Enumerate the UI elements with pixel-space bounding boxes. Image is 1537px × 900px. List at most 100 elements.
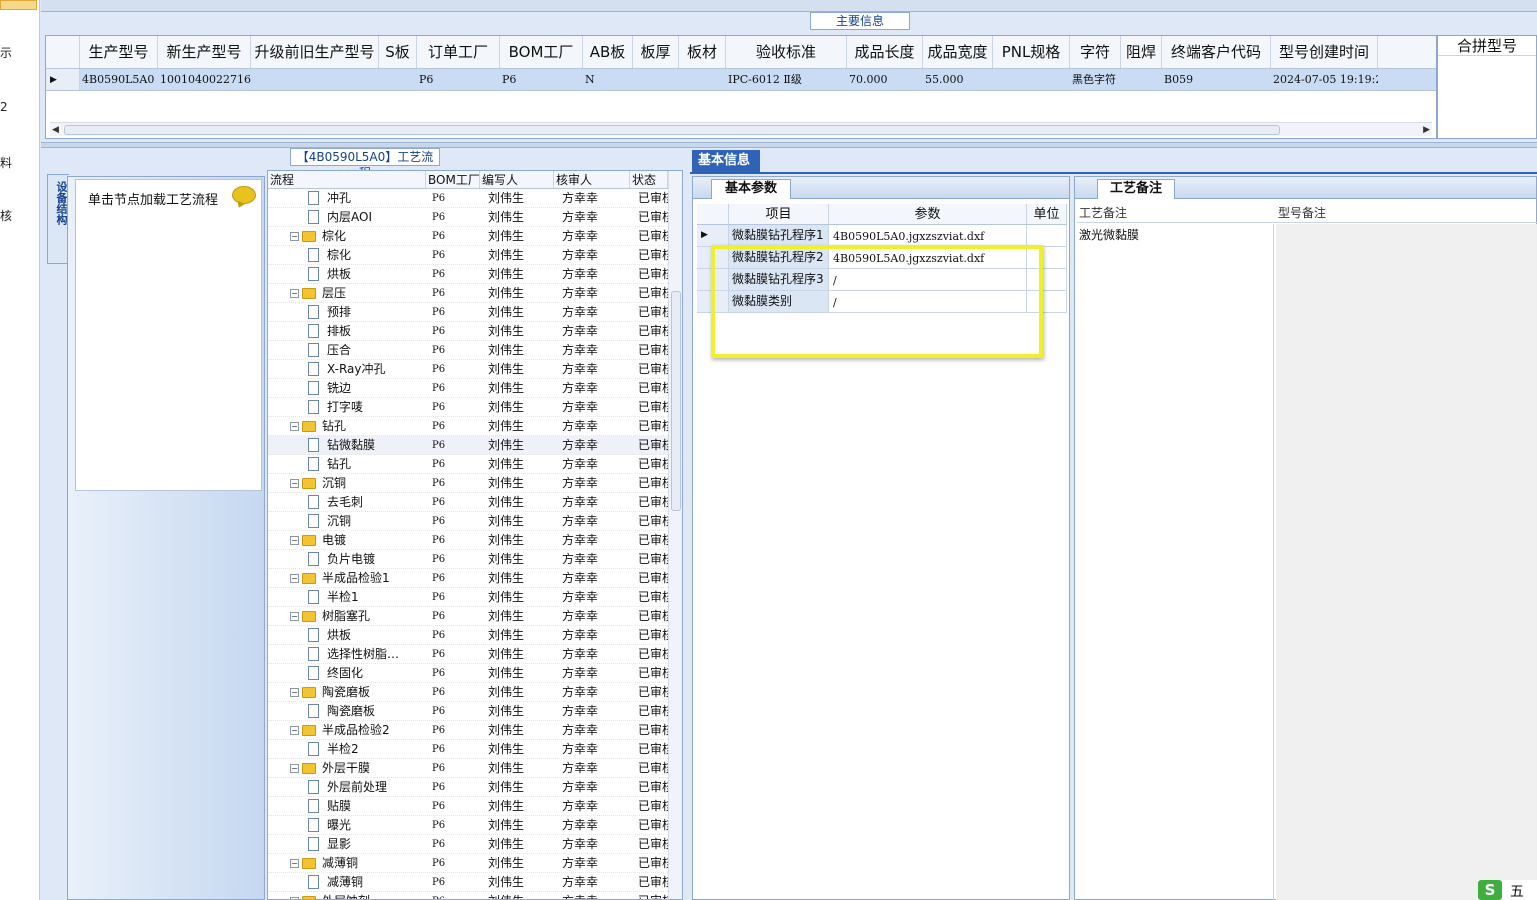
param-cell-unit[interactable] xyxy=(1027,291,1067,312)
tree-row[interactable]: 钻孔 P6 刘伟生 方幸幸 已审核 xyxy=(268,455,668,474)
tree-node[interactable]: − 外层蚀刻 xyxy=(268,892,426,899)
tree-row[interactable]: 排板 P6 刘伟生 方幸幸 已审核 xyxy=(268,322,668,341)
tree-row[interactable]: 沉铜 P6 刘伟生 方幸幸 已审核 xyxy=(268,512,668,531)
tab-basic-params[interactable]: 基本参数 xyxy=(711,179,791,199)
tree-node[interactable]: 钻微黏膜 xyxy=(268,436,426,454)
param-cell-unit[interactable] xyxy=(1027,225,1067,246)
tree-row[interactable]: − 外层干膜 P6 刘伟生 方幸幸 已审核 xyxy=(268,759,668,778)
ime-indicator[interactable]: S 五 xyxy=(1478,880,1537,900)
tree-row[interactable]: − 树脂塞孔 P6 刘伟生 方幸幸 已审核 xyxy=(268,607,668,626)
left-nav-item[interactable]: 料 xyxy=(0,154,12,171)
tab-process-notes[interactable]: 工艺备注 xyxy=(1097,179,1175,199)
tree-row[interactable]: − 沉铜 P6 刘伟生 方幸幸 已审核 xyxy=(268,474,668,493)
tree-node[interactable]: 排板 xyxy=(268,322,426,340)
node-box[interactable]: 单击节点加载工艺流程 xyxy=(75,179,262,491)
collapse-icon[interactable]: − xyxy=(290,763,299,773)
tree-row[interactable]: 半检2 P6 刘伟生 方幸幸 已审核 xyxy=(268,740,668,759)
collapse-icon[interactable]: − xyxy=(290,611,299,621)
col-header-reviewer[interactable]: 核审人 xyxy=(554,171,630,188)
scrollbar-thumb[interactable] xyxy=(64,125,1280,135)
tree-node[interactable]: − 陶瓷磨板 xyxy=(268,683,426,701)
col-header-bom[interactable]: BOM工厂 xyxy=(426,171,480,188)
tree-node[interactable]: 陶瓷磨板 xyxy=(268,702,426,720)
tree-row[interactable]: 打字唛 P6 刘伟生 方幸幸 已审核 xyxy=(268,398,668,417)
col-header[interactable]: 型号创建时间 xyxy=(1271,36,1378,68)
table-cell[interactable]: N xyxy=(583,69,633,90)
param-cell-value[interactable]: 4B0590L5A0.jgxzszviat.dxf xyxy=(829,225,1027,246)
tree-row[interactable]: − 电镀 P6 刘伟生 方幸幸 已审核 xyxy=(268,531,668,550)
tree-node[interactable]: − 半成品检验1 xyxy=(268,569,426,587)
tree-node[interactable]: − 减薄铜 xyxy=(268,854,426,872)
table-cell[interactable] xyxy=(993,69,1070,90)
tree-node[interactable]: 选择性树脂… xyxy=(268,645,426,663)
tree-row[interactable]: 终固化 P6 刘伟生 方幸幸 已审核 xyxy=(268,664,668,683)
table-cell[interactable] xyxy=(251,69,379,90)
col-header[interactable]: 升级前旧生产型号 xyxy=(251,36,379,68)
tree-row[interactable]: 铣边 P6 刘伟生 方幸幸 已审核 xyxy=(268,379,668,398)
param-cell-value[interactable]: 4B0590L5A0.jgxzszviat.dxf xyxy=(829,247,1027,268)
collapse-icon[interactable]: − xyxy=(290,573,299,583)
col-header-writer[interactable]: 编写人 xyxy=(480,171,554,188)
tree-node[interactable]: − 棕化 xyxy=(268,227,426,245)
tree-node[interactable]: 钻孔 xyxy=(268,455,426,473)
table-cell[interactable] xyxy=(379,69,417,90)
table-cell[interactable]: 4B0590L5A0 xyxy=(80,69,158,90)
col-header[interactable]: 生产型号 xyxy=(80,36,158,68)
table-cell[interactable]: P6 xyxy=(500,69,583,90)
collapse-icon[interactable]: − xyxy=(290,288,299,298)
col-header[interactable]: PNL规格 xyxy=(993,36,1070,68)
tree-node[interactable]: − 层压 xyxy=(268,284,426,302)
param-cell-unit[interactable] xyxy=(1027,269,1067,290)
tree-row[interactable]: 内层AOI P6 刘伟生 方幸幸 已审核 xyxy=(268,208,668,227)
model-notes-field[interactable] xyxy=(1276,224,1537,900)
device-structure-tab[interactable]: 设备结构 xyxy=(47,174,69,264)
tree-vscrollbar[interactable] xyxy=(668,171,682,899)
col-header[interactable]: AB板 xyxy=(583,36,633,68)
tree-row[interactable]: 烘板 P6 刘伟生 方幸幸 已审核 xyxy=(268,265,668,284)
collapse-icon[interactable]: − xyxy=(290,858,299,868)
param-row[interactable]: 微黏膜钻孔程序2 4B0590L5A0.jgxzszviat.dxf xyxy=(697,247,1067,269)
tree-row[interactable]: 负片电镀 P6 刘伟生 方幸幸 已审核 xyxy=(268,550,668,569)
tree-node[interactable]: 压合 xyxy=(268,341,426,359)
left-nav-item[interactable]: 2 xyxy=(0,100,8,114)
param-cell-value[interactable]: / xyxy=(829,291,1027,312)
param-row[interactable]: 微黏膜类别 / xyxy=(697,291,1067,313)
collapse-icon[interactable]: − xyxy=(290,687,299,697)
tree-node[interactable]: 铣边 xyxy=(268,379,426,397)
collapse-icon[interactable]: − xyxy=(290,896,299,899)
tree-node[interactable]: 去毛刺 xyxy=(268,493,426,511)
collapse-icon[interactable]: − xyxy=(290,231,299,241)
table-cell[interactable]: 55.000 xyxy=(923,69,993,90)
tree-row[interactable]: 钻微黏膜 P6 刘伟生 方幸幸 已审核 xyxy=(268,436,668,455)
col-header[interactable]: 订单工厂 xyxy=(417,36,500,68)
col-header-unit[interactable]: 单位 xyxy=(1027,204,1067,224)
col-header[interactable]: 成品宽度 xyxy=(923,36,993,68)
main-info-hscrollbar[interactable]: ◀ ▶ xyxy=(50,122,1432,136)
tree-node[interactable]: 半检1 xyxy=(268,588,426,606)
tree-row[interactable]: 陶瓷磨板 P6 刘伟生 方幸幸 已审核 xyxy=(268,702,668,721)
tree-row[interactable]: 半检1 P6 刘伟生 方幸幸 已审核 xyxy=(268,588,668,607)
tree-node[interactable]: − 电镀 xyxy=(268,531,426,549)
tree-node[interactable]: 烘板 xyxy=(268,626,426,644)
grid-corner[interactable] xyxy=(46,36,80,68)
tree-row[interactable]: 烘板 P6 刘伟生 方幸幸 已审核 xyxy=(268,626,668,645)
tree-row[interactable]: − 钻孔 P6 刘伟生 方幸幸 已审核 xyxy=(268,417,668,436)
tree-row[interactable]: − 外层蚀刻 P6刘伟生方幸幸已审核 xyxy=(268,892,668,899)
tree-node[interactable]: − 外层干膜 xyxy=(268,759,426,777)
table-cell[interactable]: 70.000 xyxy=(847,69,923,90)
param-row[interactable]: 微黏膜钻孔程序3/ xyxy=(697,269,1067,291)
col-header-item[interactable]: 项目 xyxy=(729,204,829,224)
tree-row[interactable]: 显影 P6 刘伟生 方幸幸 已审核 xyxy=(268,835,668,854)
tree-row[interactable]: 减薄铜 P6 刘伟生 方幸幸 已审核 xyxy=(268,873,668,892)
tree-node[interactable]: 贴膜 xyxy=(268,797,426,815)
table-cell[interactable]: 10010400227168 xyxy=(158,69,251,90)
col-header[interactable]: 字符 xyxy=(1070,36,1121,68)
col-header[interactable]: 验收标准 xyxy=(726,36,847,68)
tree-row[interactable]: − 陶瓷磨板 P6 刘伟生 方幸幸 已审核 xyxy=(268,683,668,702)
col-header[interactable]: 终端客户代码 xyxy=(1162,36,1271,68)
table-cell[interactable] xyxy=(679,69,726,90)
tree-row[interactable]: − 半成品检验2 P6 刘伟生 方幸幸 已审核 xyxy=(268,721,668,740)
tree-row[interactable]: 去毛刺 P6 刘伟生 方幸幸 已审核 xyxy=(268,493,668,512)
tab-basic-info[interactable]: 基本信息 xyxy=(692,150,760,172)
collapse-icon[interactable]: − xyxy=(290,478,299,488)
